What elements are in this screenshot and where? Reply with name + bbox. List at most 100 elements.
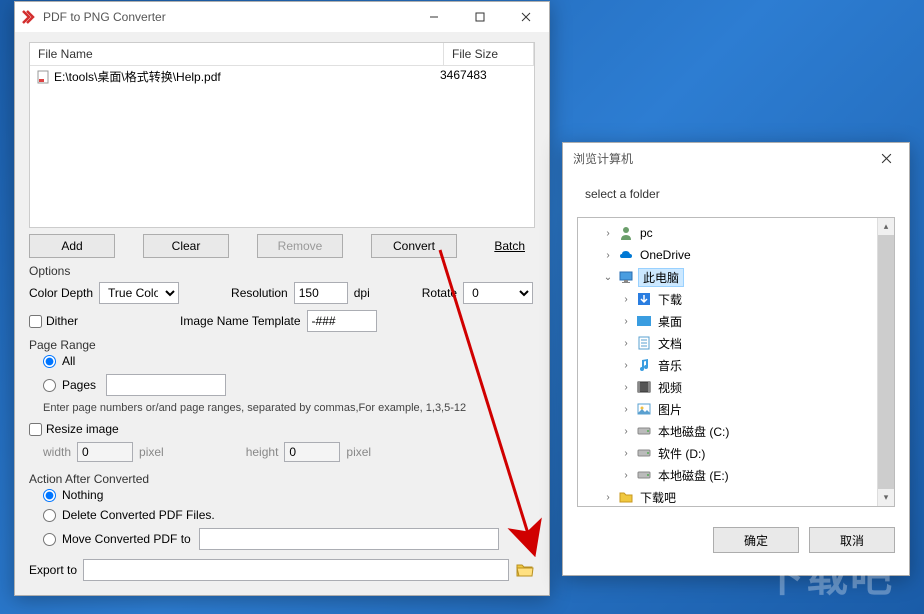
tree-item-label: 桌面: [656, 312, 684, 331]
width-label: width: [43, 445, 71, 459]
clear-button[interactable]: Clear: [143, 234, 229, 258]
music-icon: [636, 357, 652, 373]
folder-icon: [618, 489, 634, 505]
page-range-help: Enter page numbers or/and page ranges, s…: [43, 402, 535, 414]
batch-link[interactable]: Batch: [494, 239, 525, 253]
convert-button[interactable]: Convert: [371, 234, 457, 258]
image-name-template-input[interactable]: [307, 310, 377, 332]
app-icon: [21, 9, 37, 25]
tree-item-label: 本地磁盘 (C:): [656, 422, 731, 441]
tree-item[interactable]: ⌄ 此电脑: [578, 266, 877, 288]
dither-checkbox[interactable]: Dither: [29, 314, 78, 328]
browse-titlebar: 浏览计算机: [563, 143, 909, 173]
user-icon: [618, 225, 634, 241]
drive-icon: [636, 467, 652, 483]
scroll-down-icon[interactable]: ▾: [878, 489, 894, 506]
action-after-label: Action After Converted: [29, 472, 535, 486]
resolution-input[interactable]: [294, 282, 348, 304]
export-path-input[interactable]: [83, 559, 509, 581]
cloud-icon: [618, 247, 634, 263]
scroll-up-icon[interactable]: ▴: [878, 218, 894, 235]
minimize-button[interactable]: [411, 2, 457, 32]
action-nothing[interactable]: Nothing: [43, 488, 535, 502]
video-icon: [636, 379, 652, 395]
expander-icon[interactable]: ›: [602, 491, 614, 503]
expander-icon[interactable]: ⌄: [602, 271, 614, 283]
tree-item[interactable]: › 下载: [578, 288, 877, 310]
down-icon: [636, 291, 652, 307]
width-input[interactable]: [77, 442, 133, 462]
browse-folder-button[interactable]: [515, 560, 535, 580]
scrollbar[interactable]: ▴ ▾: [877, 218, 894, 506]
action-move[interactable]: Move Converted PDF to: [43, 528, 535, 550]
file-list[interactable]: File Name File Size E:\tools\桌面\格式转换\Hel…: [29, 42, 535, 228]
page-range-label: Page Range: [29, 338, 535, 352]
watermark: 下载吧: [762, 543, 894, 604]
tree-item-label: 视频: [656, 378, 684, 397]
expander-icon[interactable]: ›: [620, 425, 632, 437]
color-depth-label: Color Depth: [29, 286, 93, 300]
expander-icon[interactable]: ›: [620, 359, 632, 371]
tree-item-label: pc: [638, 225, 655, 241]
expander-icon[interactable]: ›: [620, 293, 632, 305]
expander-icon[interactable]: ›: [620, 315, 632, 327]
tree-item-label: 文档: [656, 334, 684, 353]
tree-item-label: OneDrive: [638, 247, 693, 263]
add-button[interactable]: Add: [29, 234, 115, 258]
tree-item[interactable]: › pc: [578, 222, 877, 244]
expander-icon[interactable]: ›: [620, 469, 632, 481]
resolution-label: Resolution: [231, 286, 288, 300]
rotate-label: Rotate: [422, 286, 457, 300]
file-name: E:\tools\桌面\格式转换\Help.pdf: [54, 68, 221, 85]
tree-item-label: 此电脑: [638, 268, 684, 287]
folder-tree[interactable]: ›pc›OneDrive⌄此电脑›下载›桌面›文档›音乐›视频›图片›本地磁盘 …: [577, 217, 895, 507]
tree-item[interactable]: › 音乐: [578, 354, 877, 376]
action-delete[interactable]: Delete Converted PDF Files.: [43, 508, 535, 522]
expander-icon[interactable]: ›: [620, 403, 632, 415]
rotate-select[interactable]: 0: [463, 282, 533, 304]
move-path-input[interactable]: [199, 528, 499, 550]
browse-close-button[interactable]: [863, 143, 909, 173]
pages-input[interactable]: [106, 374, 226, 396]
expander-icon[interactable]: ›: [602, 227, 614, 239]
tree-item[interactable]: › OneDrive: [578, 244, 877, 266]
tree-item[interactable]: › 本地磁盘 (C:): [578, 420, 877, 442]
col-filename[interactable]: File Name: [30, 43, 444, 65]
tree-item-label: 下载吧: [638, 488, 678, 507]
col-filesize[interactable]: File Size: [444, 43, 534, 65]
tree-item-label: 音乐: [656, 356, 684, 375]
titlebar: PDF to PNG Converter: [15, 2, 549, 32]
tree-item[interactable]: › 下载吧: [578, 486, 877, 506]
doc-icon: [636, 335, 652, 351]
close-button[interactable]: [503, 2, 549, 32]
file-row[interactable]: E:\tools\桌面\格式转换\Help.pdf 3467483: [30, 66, 534, 87]
tree-item-label: 图片: [656, 400, 684, 419]
maximize-button[interactable]: [457, 2, 503, 32]
page-range-pages[interactable]: Pages: [43, 374, 535, 396]
window-title: PDF to PNG Converter: [43, 10, 411, 24]
browse-prompt: select a folder: [585, 187, 895, 201]
tree-item-label: 软件 (D:): [656, 444, 707, 463]
tree-item[interactable]: › 图片: [578, 398, 877, 420]
browse-title: 浏览计算机: [569, 150, 863, 167]
drive-icon: [636, 445, 652, 461]
file-size: 3467483: [438, 68, 528, 85]
tree-item[interactable]: › 软件 (D:): [578, 442, 877, 464]
drive-icon: [636, 423, 652, 439]
remove-button[interactable]: Remove: [257, 234, 343, 258]
tree-item[interactable]: › 文档: [578, 332, 877, 354]
resize-checkbox[interactable]: Resize image: [29, 422, 535, 436]
expander-icon[interactable]: ›: [620, 447, 632, 459]
expander-icon[interactable]: ›: [602, 249, 614, 261]
color-depth-select[interactable]: True Colors: [99, 282, 179, 304]
page-range-all[interactable]: All: [43, 354, 535, 368]
tree-item[interactable]: › 桌面: [578, 310, 877, 332]
expander-icon[interactable]: ›: [620, 337, 632, 349]
pic-icon: [636, 401, 652, 417]
height-input[interactable]: [284, 442, 340, 462]
browse-dialog: 浏览计算机 select a folder › pc › OneDrive ⌄ 此电脑 › 下…: [562, 142, 910, 576]
tree-item[interactable]: › 视频: [578, 376, 877, 398]
expander-icon[interactable]: ›: [620, 381, 632, 393]
tree-item-label: 下载: [656, 290, 684, 309]
tree-item[interactable]: ›本地磁盘 (E:): [578, 464, 877, 486]
